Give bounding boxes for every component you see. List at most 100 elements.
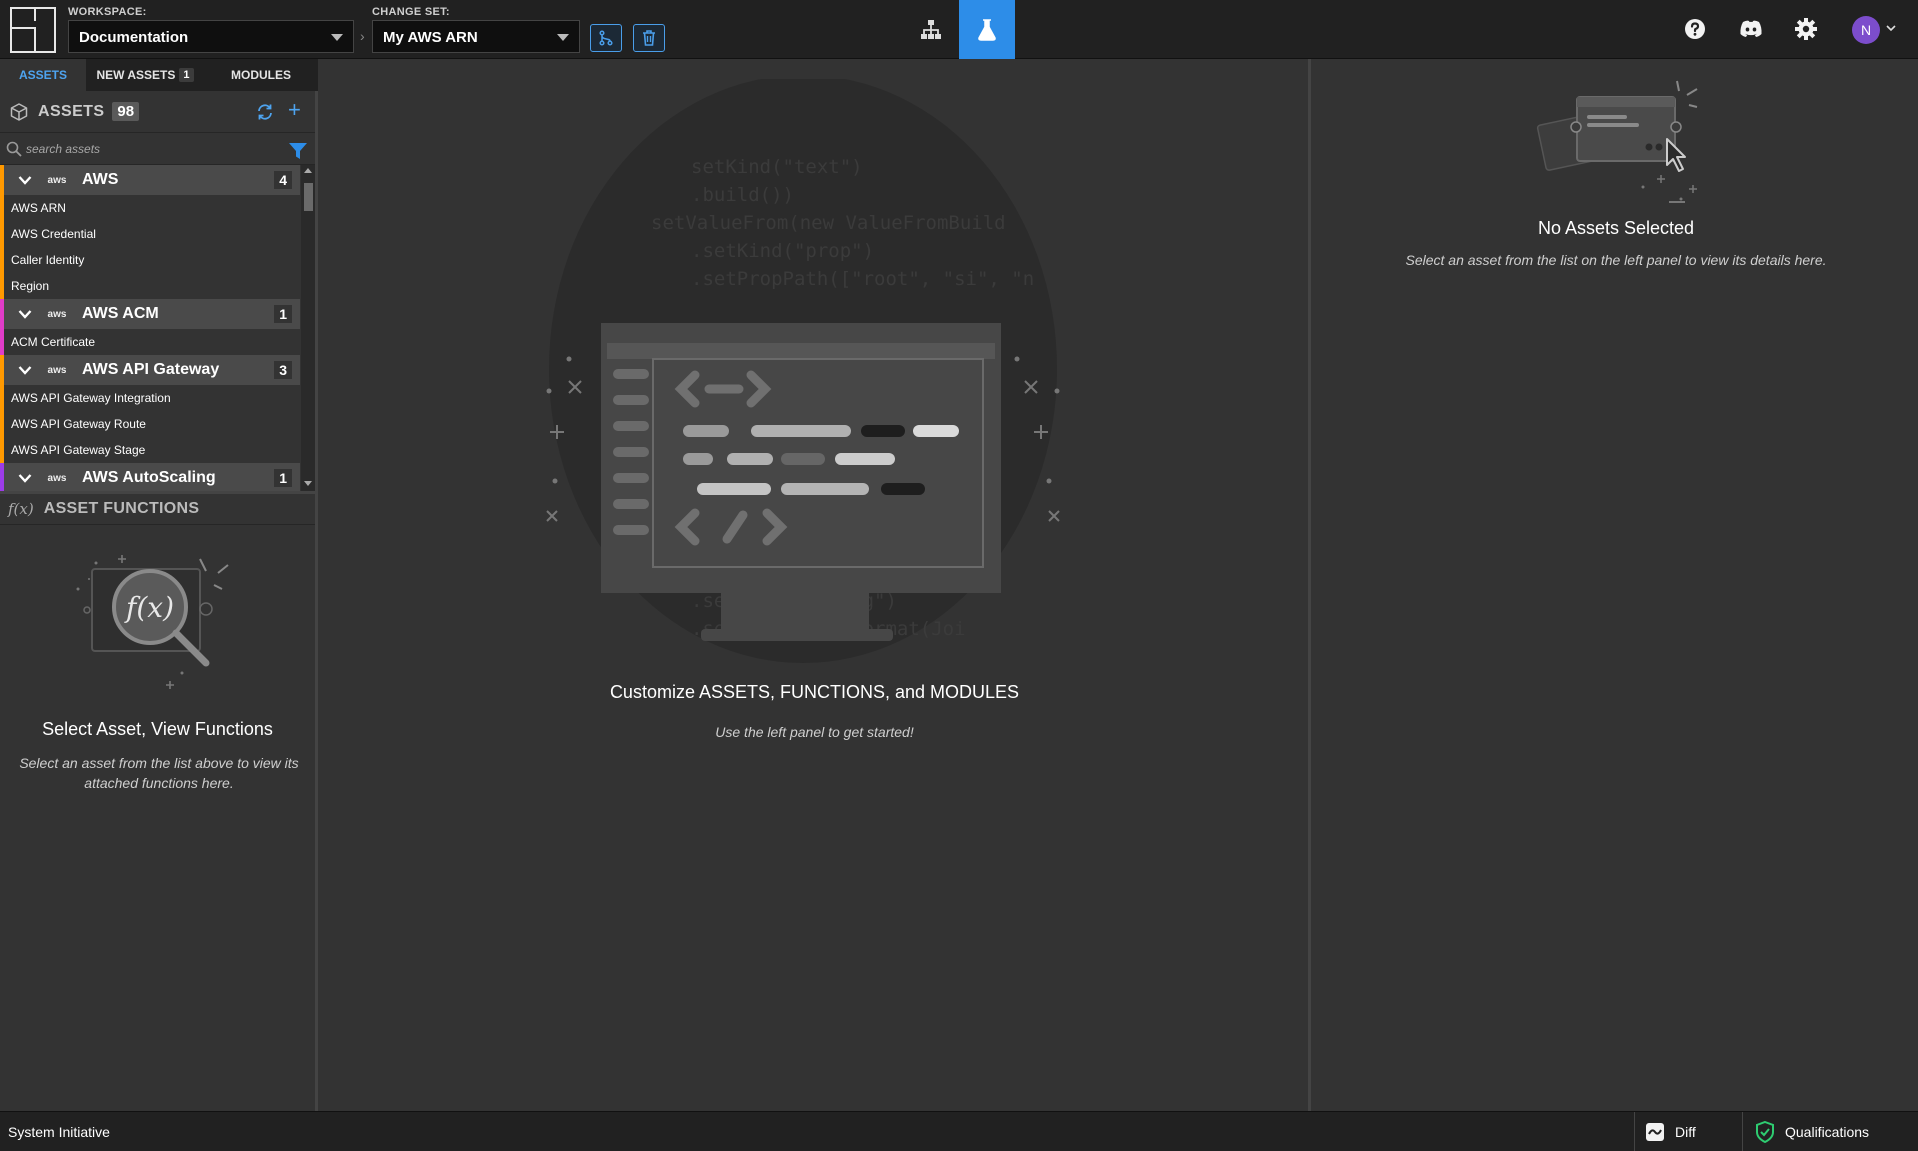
tab-label: MODULES bbox=[231, 68, 291, 82]
chevron-down-icon[interactable] bbox=[18, 473, 32, 483]
search-input[interactable] bbox=[26, 138, 276, 160]
asset-list-item[interactable]: AWS ARN bbox=[0, 195, 300, 221]
asset-functions-header: f(x) ASSET FUNCTIONS bbox=[0, 491, 315, 525]
scroll-down-icon[interactable] bbox=[304, 481, 312, 486]
aws-logo-icon: aws bbox=[47, 472, 67, 484]
gear-icon bbox=[1795, 18, 1817, 40]
qualifications-button[interactable]: Qualifications bbox=[1742, 1112, 1918, 1151]
asset-list-item[interactable]: AWS API Gateway Route bbox=[0, 411, 300, 437]
diff-button[interactable]: Diff bbox=[1634, 1112, 1742, 1151]
shield-check-icon bbox=[1756, 1121, 1774, 1143]
discord-icon bbox=[1740, 20, 1762, 37]
code-editor-illustration: setKind("text") .build()) setValueFrom(n… bbox=[546, 79, 1060, 663]
left-panel-tabs: ASSETS NEW ASSETS 1 MODULES bbox=[0, 59, 318, 91]
settings-button[interactable] bbox=[1791, 14, 1821, 44]
category-name: AWS bbox=[82, 171, 119, 188]
function-icon: f(x) bbox=[8, 500, 34, 518]
scroll-up-icon[interactable] bbox=[304, 168, 312, 173]
tab-count-badge: 1 bbox=[179, 68, 194, 82]
app-root: WORKSPACE: Documentation › CHANGE SET: M… bbox=[0, 0, 1918, 1151]
asset-functions-title: ASSET FUNCTIONS bbox=[43, 500, 200, 517]
changeset-select-value: My AWS ARN bbox=[383, 29, 478, 46]
diff-icon bbox=[1646, 1123, 1664, 1141]
assets-count-badge: 98 bbox=[112, 102, 140, 121]
asset-list-item[interactable]: AWS API Gateway Integration bbox=[0, 385, 300, 411]
category-name: AWS ACM bbox=[82, 305, 159, 322]
function-search-illustration: f(x) bbox=[76, 555, 229, 689]
nav-customize-view[interactable] bbox=[959, 0, 1015, 59]
asset-category-aws-acm[interactable]: aws AWS ACM 1 bbox=[0, 299, 300, 329]
asset-category-aws-api-gateway[interactable]: aws AWS API Gateway 3 bbox=[0, 355, 300, 385]
workspace-select-value: Documentation bbox=[79, 29, 189, 46]
cube-icon bbox=[10, 102, 28, 121]
asset-select-illustration bbox=[1536, 80, 1698, 203]
add-asset-icon[interactable]: + bbox=[288, 99, 301, 121]
aws-logo-icon: aws bbox=[47, 364, 67, 376]
system-initiative-logo[interactable] bbox=[10, 7, 56, 53]
asset-category-aws[interactable]: aws AWS 4 bbox=[0, 165, 300, 195]
customize-main-panel: setKind("text") .build()) setValueFrom(n… bbox=[321, 59, 1308, 1111]
changeset-label: CHANGE SET: bbox=[372, 6, 450, 18]
chevron-down-icon[interactable] bbox=[1886, 24, 1896, 32]
abandon-changeset-button[interactable] bbox=[633, 24, 665, 52]
customize-title: Customize ASSETS, FUNCTIONS, and MODULES bbox=[609, 682, 1020, 702]
customize-subtitle: Use the left panel to get started! bbox=[715, 724, 914, 740]
svg-text:setKind("text"): setKind("text") bbox=[691, 156, 863, 178]
changeset-select[interactable]: My AWS ARN bbox=[372, 20, 580, 53]
assets-title: ASSETS bbox=[38, 102, 105, 120]
chevron-down-icon bbox=[557, 34, 569, 41]
asset-list-item[interactable]: Region bbox=[0, 273, 300, 299]
asset-list-item[interactable]: AWS API Gateway Stage bbox=[0, 437, 300, 463]
breadcrumb-separator: › bbox=[360, 28, 365, 44]
asset-list-item[interactable]: Caller Identity bbox=[0, 247, 300, 273]
asset-tree-scrollbar[interactable] bbox=[301, 165, 315, 491]
tab-modules[interactable]: MODULES bbox=[204, 59, 318, 91]
apply-changeset-button[interactable] bbox=[590, 24, 622, 52]
asset-category-aws-autoscaling[interactable]: aws AWS AutoScaling 1 bbox=[0, 463, 300, 491]
chevron-down-icon bbox=[331, 34, 343, 41]
tab-label: ASSETS bbox=[18, 68, 67, 82]
qualifications-label: Qualifications bbox=[1785, 1124, 1870, 1140]
chevron-down-icon[interactable] bbox=[18, 309, 32, 319]
tab-new-assets[interactable]: NEW ASSETS 1 bbox=[86, 59, 204, 91]
help-icon bbox=[1685, 19, 1705, 39]
scrollbar-thumb[interactable] bbox=[304, 183, 313, 211]
functions-empty-desc: Select an asset from the list above to v… bbox=[19, 755, 299, 791]
refresh-icon[interactable] bbox=[256, 103, 274, 121]
user-avatar[interactable]: N bbox=[1852, 16, 1880, 44]
svg-text:setValueFrom(new ValueFromBuil: setValueFrom(new ValueFromBuild bbox=[651, 212, 1006, 234]
nav-model-view[interactable] bbox=[903, 0, 959, 59]
category-name: AWS API Gateway bbox=[82, 361, 220, 378]
aws-logo-icon: aws bbox=[47, 174, 67, 186]
workspace-select[interactable]: Documentation bbox=[68, 20, 354, 53]
workspace-label: WORKSPACE: bbox=[68, 6, 147, 18]
asset-search bbox=[0, 133, 315, 165]
no-assets-desc: Select an asset from the list on the lef… bbox=[1405, 252, 1827, 268]
no-assets-title: No Assets Selected bbox=[1537, 218, 1695, 238]
diagram-icon bbox=[921, 19, 941, 39]
svg-text:.setKind("prop"): .setKind("prop") bbox=[691, 240, 874, 262]
top-bar: WORKSPACE: Documentation › CHANGE SET: M… bbox=[0, 0, 1918, 94]
aws-logo-icon: aws bbox=[47, 308, 67, 320]
tab-label: NEW ASSETS bbox=[96, 68, 176, 82]
svg-text:.build()): .build()) bbox=[691, 184, 794, 206]
beaker-icon bbox=[978, 18, 996, 41]
asset-list-item[interactable]: AWS Credential bbox=[0, 221, 300, 247]
svg-text:.setPropPath(["root", "si", "n: .setPropPath(["root", "si", "n bbox=[691, 268, 1034, 290]
chevron-down-icon[interactable] bbox=[18, 365, 32, 375]
category-count: 1 bbox=[274, 469, 292, 487]
functions-empty-title: Select Asset, View Functions bbox=[42, 719, 273, 739]
tab-assets[interactable]: ASSETS bbox=[0, 59, 86, 91]
assets-header: ASSETS 98 + bbox=[0, 91, 315, 133]
asset-details-panel: No Assets Selected Select an asset from … bbox=[1308, 59, 1918, 1111]
category-count: 3 bbox=[274, 361, 292, 379]
trash-icon bbox=[643, 30, 655, 46]
asset-list-item[interactable]: ACM Certificate bbox=[0, 329, 300, 355]
svg-text:f(x): f(x) bbox=[124, 591, 174, 624]
chevron-down-icon[interactable] bbox=[18, 175, 32, 185]
status-bar-title: System Initiative bbox=[8, 1124, 110, 1140]
discord-button[interactable] bbox=[1736, 14, 1766, 44]
category-name: AWS AutoScaling bbox=[82, 469, 216, 486]
help-button[interactable] bbox=[1680, 14, 1710, 44]
filter-icon[interactable] bbox=[288, 141, 308, 161]
